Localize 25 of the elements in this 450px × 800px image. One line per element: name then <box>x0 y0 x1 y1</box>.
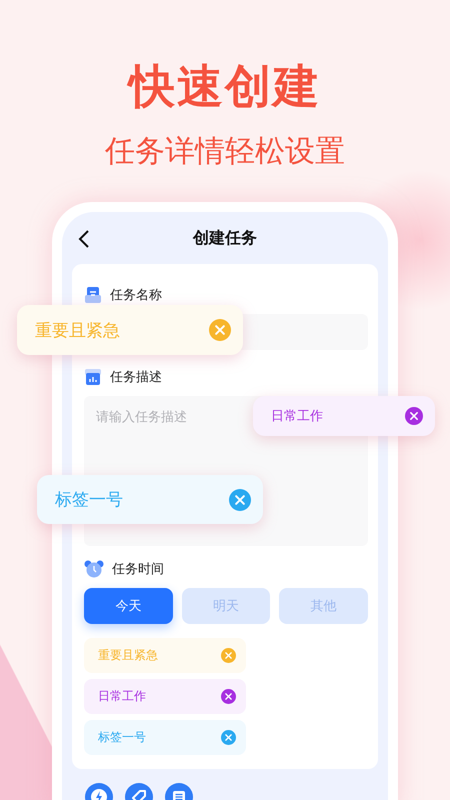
field-label: 任务描述 <box>110 369 162 386</box>
tag-chip[interactable]: 重要且紧急 <box>84 638 246 673</box>
subheadline: 任务详情轻松设置 <box>105 133 345 171</box>
tag-chip[interactable]: 标签一号 <box>84 720 246 755</box>
alarm-clock-icon <box>84 560 104 578</box>
tag-label: 重要且紧急 <box>35 320 120 342</box>
field-label: 任务名称 <box>110 287 162 304</box>
field-label: 任务时间 <box>112 561 164 578</box>
tag-chip[interactable]: 日常工作 <box>84 679 246 714</box>
headline: 快速创建 <box>129 56 321 116</box>
back-icon[interactable] <box>78 230 90 248</box>
tag-label: 标签一号 <box>98 729 146 746</box>
day-option[interactable]: 其他 <box>279 588 368 624</box>
screen-title: 创建任务 <box>193 228 257 248</box>
close-icon[interactable] <box>229 488 251 510</box>
chart-icon <box>84 368 102 386</box>
close-icon[interactable] <box>221 730 236 745</box>
tag-label: 日常工作 <box>98 688 146 705</box>
close-icon[interactable] <box>221 689 236 704</box>
close-icon[interactable] <box>405 407 423 425</box>
day-option[interactable]: 今天 <box>84 588 173 624</box>
tag-label: 重要且紧急 <box>98 647 158 664</box>
tag-label: 日常工作 <box>271 408 323 425</box>
day-option[interactable]: 明天 <box>182 588 270 624</box>
document-icon <box>84 286 102 304</box>
